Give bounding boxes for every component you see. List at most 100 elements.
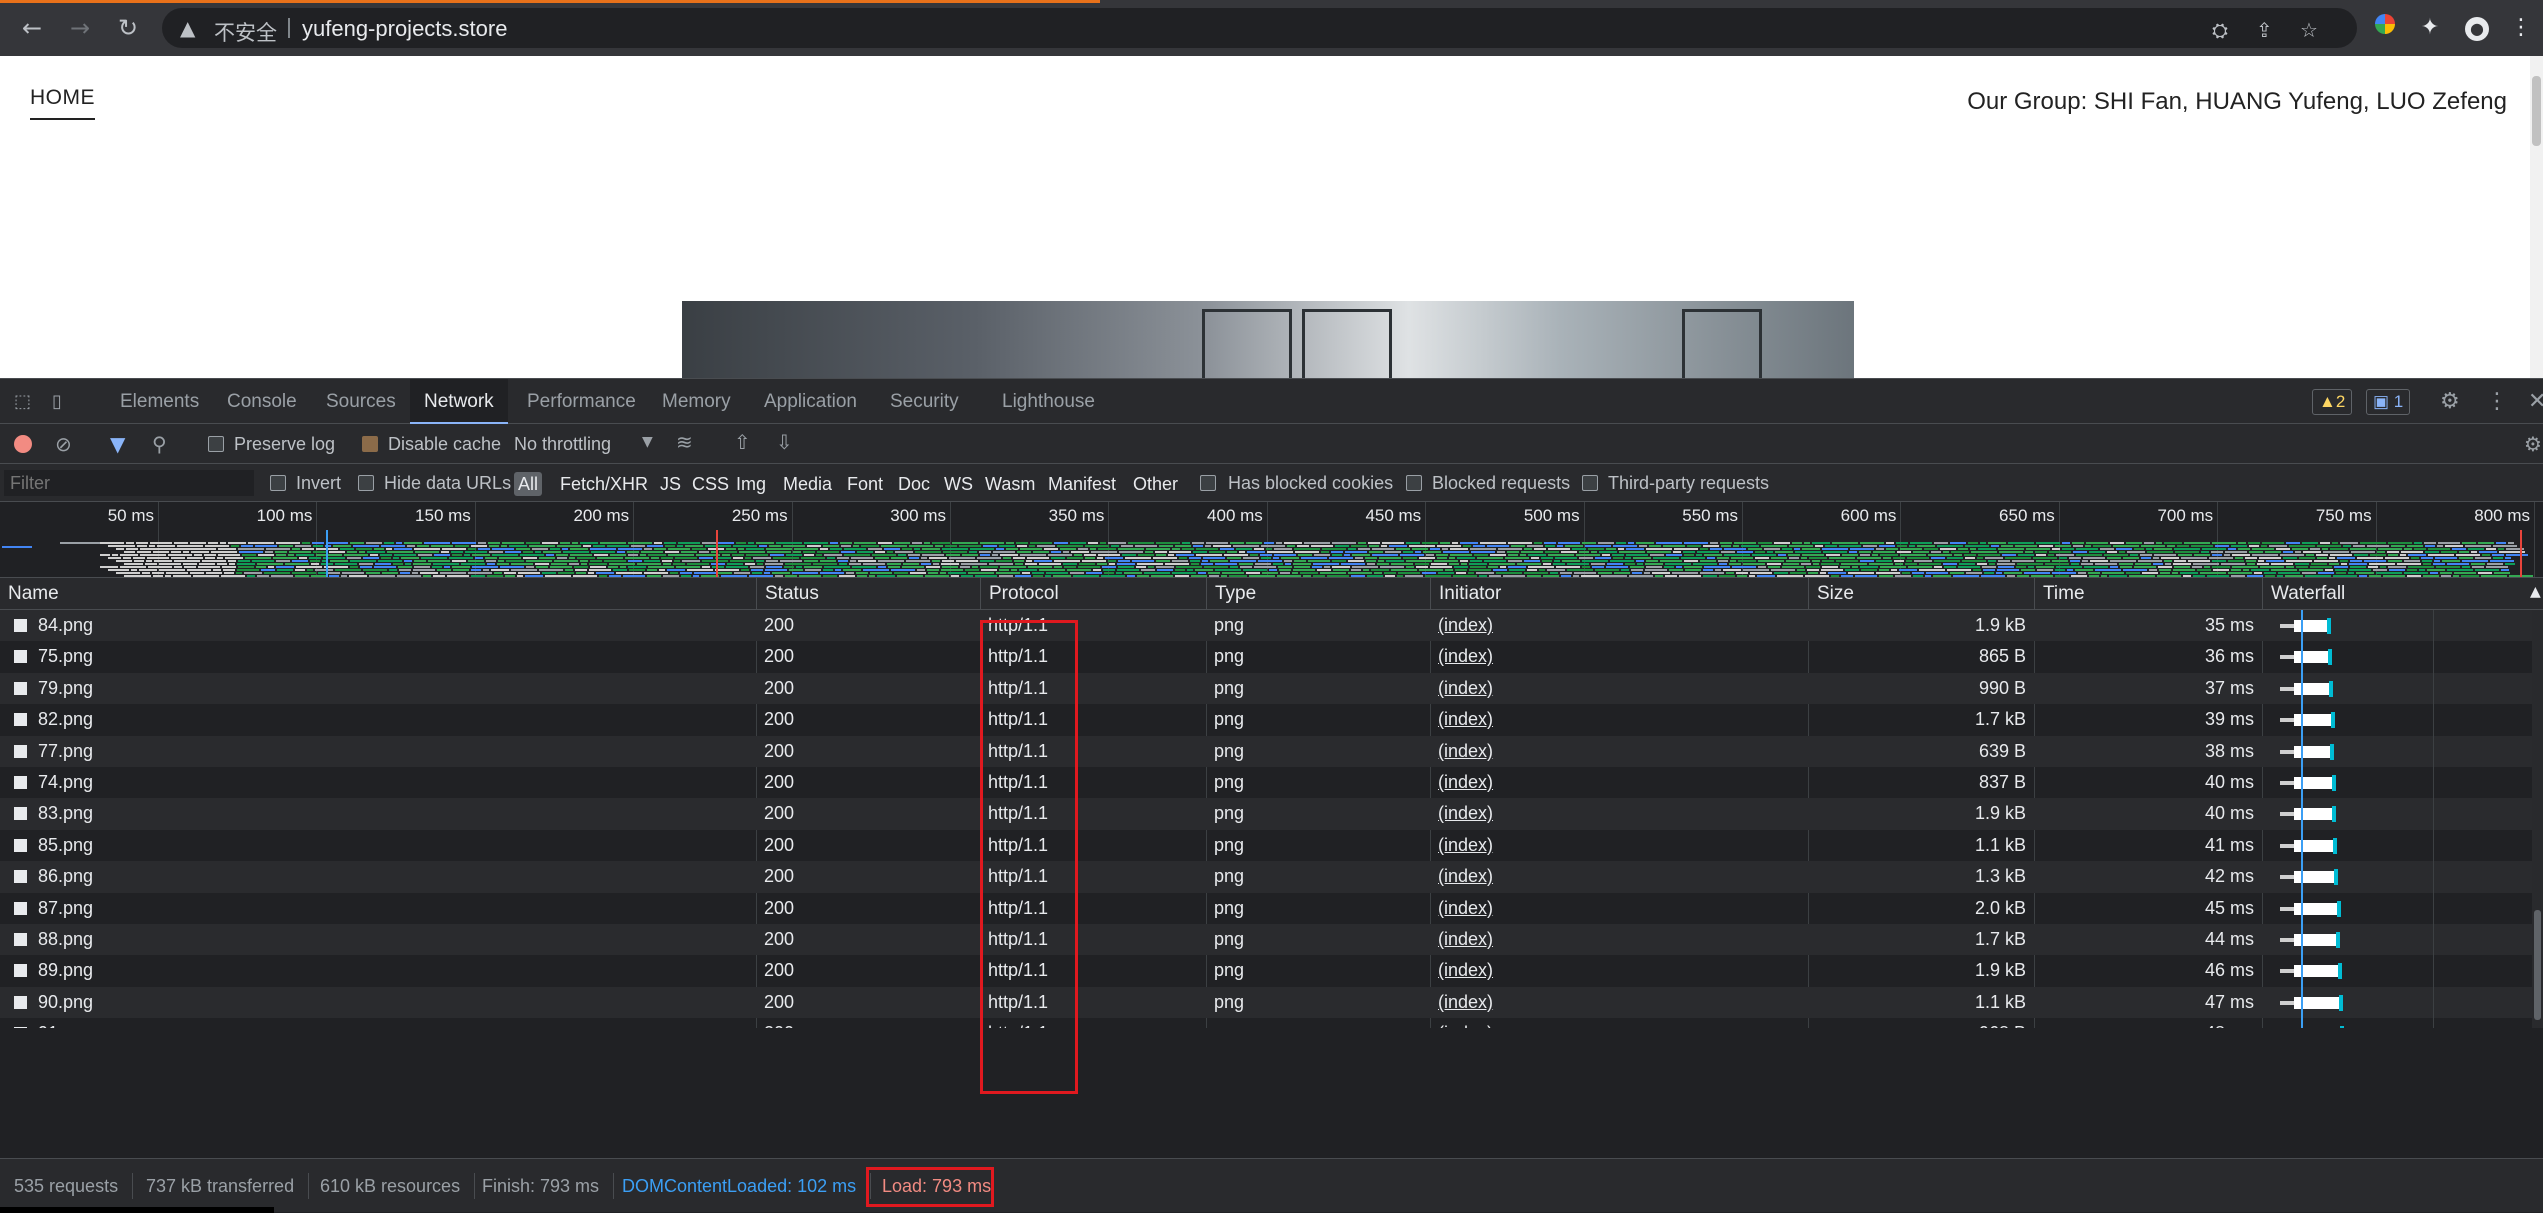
sort-ascending-icon[interactable]: ▲ bbox=[2530, 584, 2541, 600]
table-row[interactable]: 82.png 200 http/1.1 png (index) 1.7 kB 39 ms bbox=[0, 704, 2543, 735]
blocked-requests-checkbox[interactable] bbox=[1406, 475, 1422, 491]
table-row[interactable]: 88.png 200 http/1.1 png (index) 1.7 kB 44 ms bbox=[0, 924, 2543, 956]
column-waterfall[interactable]: Waterfall bbox=[2262, 578, 2543, 610]
devtools-menu-icon[interactable]: ⋮ bbox=[2486, 389, 2508, 414]
export-har-icon[interactable]: ⇩ bbox=[776, 430, 793, 454]
import-har-icon[interactable]: ⇧ bbox=[734, 430, 751, 454]
third-party-requests-checkbox[interactable] bbox=[1582, 475, 1598, 491]
filter-type-ws[interactable]: WS bbox=[944, 472, 973, 496]
filter-type-wasm[interactable]: Wasm bbox=[985, 472, 1035, 496]
disable-cache-checkbox[interactable] bbox=[362, 436, 378, 452]
cell-initiator[interactable]: (index) bbox=[1438, 704, 1803, 735]
filter-funnel-icon[interactable]: ▼ bbox=[110, 432, 125, 456]
table-row[interactable]: 79.png 200 http/1.1 png (index) 990 B 37 ms bbox=[0, 672, 2543, 705]
network-overview-timeline[interactable]: 50 ms 100 ms 150 ms 200 ms 250 ms 300 ms 350 m… bbox=[0, 502, 2543, 578]
tab-performance[interactable]: Performance bbox=[527, 379, 636, 424]
filter-type-other[interactable]: Other bbox=[1133, 472, 1178, 496]
close-devtools-icon[interactable]: ✕ bbox=[2528, 389, 2543, 414]
table-row[interactable]: 85.png 200 http/1.1 png (index) 1.1 kB 41 ms bbox=[0, 830, 2543, 861]
tab-sources[interactable]: Sources bbox=[326, 379, 396, 424]
translate-icon[interactable]: ⛭ bbox=[2212, 18, 2228, 42]
table-row[interactable]: 77.png 200 http/1.1 png (index) 639 B 38 ms bbox=[0, 735, 2543, 767]
table-row[interactable]: 74.png 200 http/1.1 png (index) 837 B 40 ms bbox=[0, 767, 2543, 798]
table-row[interactable]: 90.png 200 http/1.1 png (index) 1.1 kB 47 ms bbox=[0, 986, 2543, 1019]
table-row[interactable]: 91.png200http/1.1png(index)968 B48 ms bbox=[0, 1018, 2543, 1028]
network-settings-icon[interactable]: ⚙ bbox=[2524, 432, 2542, 456]
tab-memory[interactable]: Memory bbox=[662, 379, 731, 424]
network-conditions-icon[interactable]: ≋ bbox=[676, 430, 693, 454]
filter-type-all[interactable]: All bbox=[514, 472, 543, 496]
inspect-element-icon[interactable]: ⬚ bbox=[14, 391, 31, 412]
menu-kebab-icon[interactable]: ⋮ bbox=[2507, 14, 2535, 42]
cell-initiator[interactable]: (index) bbox=[1438, 924, 1803, 955]
table-scrollbar[interactable] bbox=[2532, 610, 2543, 1028]
column-protocol[interactable]: Protocol bbox=[980, 578, 1206, 610]
profile-avatar-icon[interactable]: ● bbox=[2463, 14, 2491, 42]
filter-type-font[interactable]: Font bbox=[847, 472, 883, 496]
cell-initiator[interactable]: (index) bbox=[1438, 893, 1803, 924]
cell-initiator[interactable]: (index) bbox=[1438, 987, 1803, 1018]
messages-badge[interactable]: ▣ 1 bbox=[2366, 389, 2411, 415]
settings-gear-icon[interactable]: ⚙ bbox=[2440, 389, 2460, 414]
tab-application[interactable]: Application bbox=[764, 379, 857, 424]
hide-data-urls-checkbox[interactable] bbox=[358, 475, 374, 491]
cell-initiator[interactable]: (index) bbox=[1438, 736, 1803, 767]
forward-icon[interactable]: → bbox=[64, 12, 96, 44]
throttling-select[interactable]: No throttling bbox=[514, 434, 611, 455]
cell-initiator[interactable]: (index) bbox=[1438, 767, 1803, 798]
search-icon[interactable]: ⚲ bbox=[152, 432, 167, 456]
chevron-down-icon[interactable]: ▼ bbox=[642, 434, 653, 450]
table-row[interactable]: 83.png 200 http/1.1 png (index) 1.9 kB 40 ms bbox=[0, 798, 2543, 830]
filter-type-doc[interactable]: Doc bbox=[898, 472, 930, 496]
cell-initiator[interactable]: (index) bbox=[1438, 955, 1803, 986]
column-type[interactable]: Type bbox=[1206, 578, 1430, 610]
filter-type-fetch-xhr[interactable]: Fetch/XHR bbox=[560, 472, 648, 496]
record-icon[interactable] bbox=[14, 435, 32, 453]
filter-type-media[interactable]: Media bbox=[783, 472, 832, 496]
tab-security[interactable]: Security bbox=[890, 379, 959, 424]
cell-initiator[interactable]: (index) bbox=[1438, 830, 1803, 861]
filter-type-manifest[interactable]: Manifest bbox=[1048, 472, 1116, 496]
cell-initiator[interactable]: (index) bbox=[1438, 673, 1803, 704]
invert-checkbox[interactable] bbox=[270, 475, 286, 491]
extensions-puzzle-icon[interactable]: ✦ bbox=[2416, 14, 2444, 42]
table-row[interactable]: 89.png 200 http/1.1 png (index) 1.9 kB 46 ms bbox=[0, 955, 2543, 986]
filter-input[interactable] bbox=[4, 470, 254, 496]
cell-initiator[interactable]: (index) bbox=[1438, 798, 1803, 829]
table-row[interactable]: 86.png 200 http/1.1 png (index) 1.3 kB 42 ms bbox=[0, 861, 2543, 893]
address-bar[interactable]: ▲ 不安全 yufeng-projects.store ⛭ ⇪ ☆ bbox=[162, 8, 2357, 48]
cell-initiator[interactable]: (index) bbox=[1438, 861, 1803, 892]
tab-elements[interactable]: Elements bbox=[120, 379, 199, 424]
table-row[interactable]: 84.png 200 http/1.1 png (index) 1.9 kB 35 ms bbox=[0, 610, 2543, 642]
tab-network[interactable]: Network bbox=[410, 379, 508, 424]
bookmark-star-icon[interactable]: ☆ bbox=[2300, 18, 2318, 42]
extension-colorful-icon[interactable] bbox=[2371, 14, 2399, 42]
cell-initiator[interactable]: (index) bbox=[1438, 610, 1803, 641]
back-icon[interactable]: ← bbox=[16, 12, 48, 44]
tab-lighthouse[interactable]: Lighthouse bbox=[1002, 379, 1095, 424]
column-name[interactable]: Name bbox=[0, 578, 756, 610]
security-label[interactable]: 不安全 bbox=[214, 17, 277, 47]
cell-initiator[interactable]: (index) bbox=[1438, 641, 1803, 672]
page-scrollbar[interactable] bbox=[2530, 56, 2543, 378]
column-time[interactable]: Time bbox=[2034, 578, 2262, 610]
url-text[interactable]: yufeng-projects.store bbox=[302, 16, 507, 42]
column-size[interactable]: Size bbox=[1808, 578, 2034, 610]
filter-type-css[interactable]: CSS bbox=[692, 472, 729, 496]
has-blocked-cookies-checkbox[interactable] bbox=[1200, 475, 1216, 491]
tab-console[interactable]: Console bbox=[227, 379, 297, 424]
preserve-log-checkbox[interactable] bbox=[208, 436, 224, 452]
filter-type-img[interactable]: Img bbox=[736, 472, 766, 496]
table-row[interactable]: 75.png 200 http/1.1 png (index) 865 B 36 ms bbox=[0, 641, 2543, 672]
warnings-badge[interactable]: ▲2 bbox=[2312, 389, 2353, 415]
cell-initiator[interactable]: (index) bbox=[1438, 1018, 1803, 1028]
nav-home-link[interactable]: HOME bbox=[30, 86, 95, 120]
column-status[interactable]: Status bbox=[756, 578, 980, 610]
column-initiator[interactable]: Initiator bbox=[1430, 578, 1808, 610]
device-toolbar-icon[interactable]: ▯ bbox=[52, 391, 62, 412]
reload-icon[interactable]: ↻ bbox=[112, 12, 144, 44]
share-icon[interactable]: ⇪ bbox=[2256, 18, 2273, 42]
clear-icon[interactable]: ⊘ bbox=[55, 432, 72, 456]
filter-type-js[interactable]: JS bbox=[660, 472, 681, 496]
table-row[interactable]: 87.png 200 http/1.1 png (index) 2.0 kB 45 ms bbox=[0, 893, 2543, 924]
